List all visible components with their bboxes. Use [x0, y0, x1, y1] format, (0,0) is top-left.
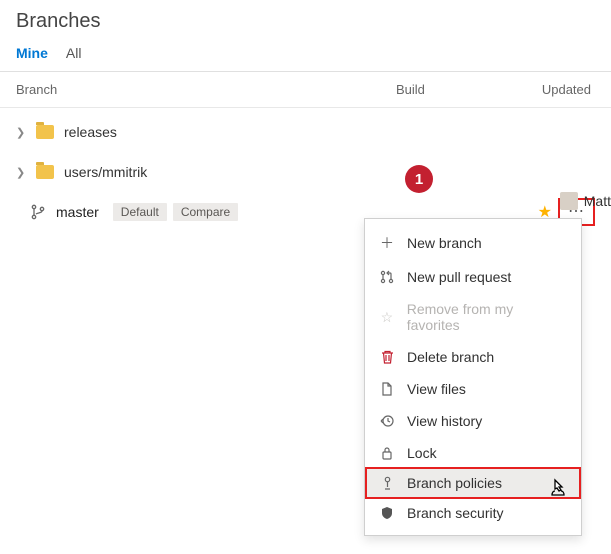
history-icon — [379, 414, 395, 428]
menu-label: Lock — [407, 445, 437, 461]
shield-icon — [379, 506, 395, 520]
col-build: Build — [396, 82, 516, 97]
tab-mine[interactable]: Mine — [16, 39, 48, 71]
chevron-right-icon: ❯ — [16, 126, 30, 139]
menu-delete-branch[interactable]: Delete branch — [365, 341, 581, 373]
folder-icon — [36, 165, 54, 179]
menu-label: Branch policies — [407, 475, 502, 491]
menu-remove-favorite: ☆ Remove from my favorites — [365, 293, 581, 341]
avatar — [560, 192, 578, 210]
menu-label: Remove from my favorites — [407, 301, 567, 333]
pull-request-icon — [379, 270, 395, 284]
col-branch: Branch — [16, 82, 396, 97]
folder-row-releases[interactable]: ❯ releases — [0, 112, 611, 152]
trash-icon — [379, 350, 395, 364]
folder-label: users/mmitrik — [64, 164, 147, 180]
folder-row-users[interactable]: ❯ users/mmitrik — [0, 152, 611, 192]
folder-icon — [36, 125, 54, 139]
chevron-right-icon: ❯ — [16, 166, 30, 179]
menu-label: Branch security — [407, 505, 503, 521]
star-outline-icon: ☆ — [379, 309, 395, 326]
menu-label: View files — [407, 381, 466, 397]
callout-1: 1 — [405, 165, 433, 193]
menu-label: Delete branch — [407, 349, 494, 365]
menu-view-history[interactable]: View history — [365, 405, 581, 437]
updated-cell: Matt — [551, 192, 611, 210]
menu-label: New branch — [407, 235, 482, 251]
branch-rows: ❯ releases ❯ users/mmitrik master Defaul… — [0, 108, 611, 232]
tabs: Mine All — [0, 39, 611, 72]
branch-icon — [30, 204, 46, 220]
badge-compare: Compare — [173, 203, 238, 221]
menu-view-files[interactable]: View files — [365, 373, 581, 405]
menu-new-branch[interactable]: ＋ New branch — [365, 225, 581, 261]
menu-branch-security[interactable]: Branch security — [365, 497, 581, 529]
menu-new-pull-request[interactable]: New pull request — [365, 261, 581, 293]
page-title: Branches — [0, 0, 611, 39]
menu-label: New pull request — [407, 269, 511, 285]
menu-branch-policies[interactable]: Branch policies — [365, 467, 581, 499]
author-name: Matt — [584, 193, 611, 209]
badge-default: Default — [113, 203, 167, 221]
table-header: Branch Build Updated — [0, 72, 611, 108]
menu-label: View history — [407, 413, 482, 429]
menu-lock[interactable]: Lock — [365, 437, 581, 469]
tab-all[interactable]: All — [66, 39, 82, 71]
col-updated: Updated — [516, 82, 595, 97]
plus-icon: ＋ — [379, 233, 395, 253]
file-icon — [379, 382, 395, 396]
folder-label: releases — [64, 124, 117, 140]
context-menu: ＋ New branch New pull request ☆ Remove f… — [364, 218, 582, 536]
policy-icon — [379, 476, 395, 490]
branch-label: master — [56, 204, 99, 220]
lock-icon — [379, 446, 395, 460]
